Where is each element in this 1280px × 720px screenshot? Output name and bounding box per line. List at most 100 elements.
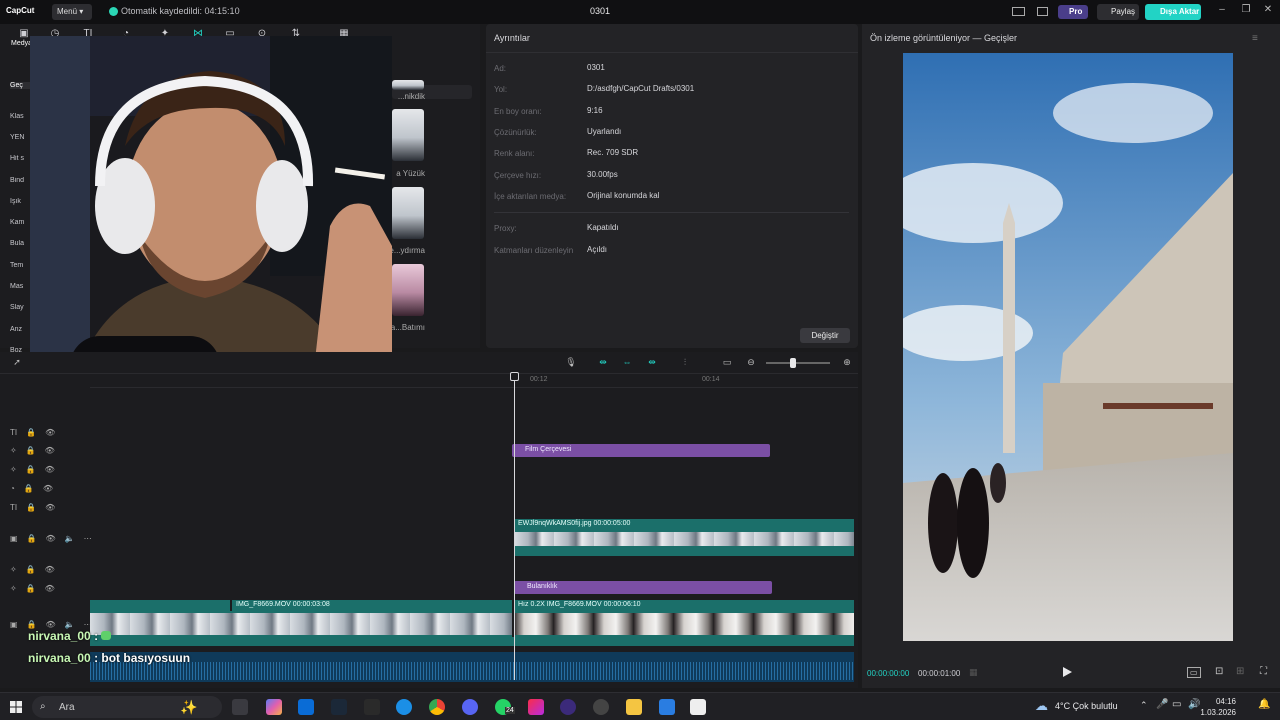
chrome-icon[interactable]: [429, 699, 445, 715]
film-frame-clip[interactable]: Film Çerçevesi: [512, 444, 770, 457]
zoom-in-icon[interactable]: ⊕: [840, 357, 854, 369]
ratio-icon[interactable]: ▭: [1187, 667, 1201, 678]
track-controls[interactable]: ✧ 🔒 👁: [10, 465, 64, 477]
mail-icon[interactable]: [298, 699, 314, 715]
microphone-icon[interactable]: 🎙: [564, 357, 578, 369]
lock-icon: 🔒: [26, 620, 37, 629]
layout-icon[interactable]: [1012, 7, 1025, 16]
pro-button[interactable]: Pro: [1058, 5, 1088, 19]
share-button[interactable]: Paylaş: [1097, 4, 1139, 20]
main-clip-header-0[interactable]: [90, 600, 230, 611]
track-controls[interactable]: ◔ 🔒 👁: [10, 484, 62, 496]
steam-icon[interactable]: [331, 699, 347, 715]
chat-nick: nirvana_00: [28, 629, 91, 643]
copilot-icon[interactable]: [266, 699, 282, 715]
preview-axis-icon[interactable]: ▭: [720, 357, 734, 369]
grid-icon[interactable]: ▦: [969, 667, 978, 678]
notifications-icon[interactable]: 🔔: [1258, 699, 1270, 710]
image-clip-frames[interactable]: [514, 530, 854, 548]
settings-gear-icon[interactable]: [593, 699, 609, 715]
menu-button[interactable]: Menü ▾: [52, 4, 92, 20]
transition-thumbnail[interactable]: [392, 187, 424, 239]
zoom-slider[interactable]: [766, 362, 830, 364]
photos-icon[interactable]: [659, 699, 675, 715]
zoom-icon[interactable]: ⊞: [1236, 666, 1244, 677]
whatsapp-badge: 24: [505, 707, 515, 714]
detail-label: En boy oranı:: [494, 107, 542, 116]
maximize-icon[interactable]: ❐: [1238, 4, 1254, 20]
audio-icon: 🔈: [64, 534, 75, 543]
clock-date[interactable]: 1.03.2026: [1200, 708, 1236, 717]
zoom-slider-handle[interactable]: [790, 358, 796, 368]
zoom-out-icon[interactable]: ⊖: [744, 357, 758, 369]
app-icon[interactable]: [560, 699, 576, 715]
screenshot-icon[interactable]: ⊡: [1215, 666, 1223, 677]
discord-icon[interactable]: [462, 699, 478, 715]
main-clip-footer: [90, 637, 854, 646]
change-button[interactable]: Değiştir: [800, 328, 850, 343]
transition-thumbnail[interactable]: [392, 109, 424, 161]
network-icon[interactable]: ▭: [1172, 699, 1181, 710]
preview-canvas[interactable]: [883, 53, 1233, 641]
select-cursor-icon[interactable]: ➚: [10, 357, 24, 369]
lock-icon: 🔒: [25, 565, 36, 574]
track-controls[interactable]: ✧ 🔒 👁: [10, 584, 64, 596]
image-clip-header[interactable]: EWJl9nqWkAMS0fij.jpg 00:00:05:00: [514, 519, 854, 530]
track-controls[interactable]: TI 🔒 👁: [10, 503, 64, 515]
track-controls[interactable]: ✧ 🔒 👁: [10, 565, 64, 577]
shortcuts-icon[interactable]: [1037, 7, 1048, 16]
detail-value: Açıldı: [587, 245, 608, 254]
eye-icon: 👁: [45, 620, 56, 629]
music-icon[interactable]: [528, 699, 544, 715]
split-icon[interactable]: ⫶: [678, 357, 692, 369]
clock-time[interactable]: 04:16: [1206, 697, 1236, 706]
weather-icon[interactable]: ☁: [1035, 698, 1048, 714]
capcut-taskbar-icon[interactable]: [690, 699, 706, 715]
playhead[interactable]: [514, 374, 515, 680]
detail-value: Kapatıldı: [587, 223, 619, 232]
track-controls[interactable]: ✧ 🔒 👁: [10, 446, 64, 458]
snap-icon[interactable]: ⇹: [645, 357, 659, 369]
volume-icon[interactable]: 🔊: [1188, 699, 1200, 710]
track-controls[interactable]: TI 🔒 👁: [10, 428, 64, 440]
details-heading: Ayrıntılar: [494, 33, 530, 43]
tray-chevron-icon[interactable]: ⌃: [1140, 700, 1148, 711]
video-track-icon: ▣: [10, 534, 18, 543]
effect-track-icon: ✧: [10, 565, 17, 574]
details-panel: Ayrıntılar Ad: 0301 Yol: D:/asdfgh/CapCu…: [486, 24, 858, 348]
transition-thumbnail[interactable]: [392, 264, 424, 316]
transition-thumbnail[interactable]: [392, 80, 424, 90]
lock-icon: 🔒: [23, 484, 34, 493]
weather-text[interactable]: 4°C Çok bulutlu: [1055, 701, 1118, 711]
microphone-tray-icon[interactable]: 🎤: [1156, 699, 1168, 710]
minimize-icon[interactable]: –: [1214, 4, 1230, 20]
text-track-icon: TI: [10, 503, 18, 512]
total-time: 00:00:01:00: [918, 669, 961, 678]
playhead-handle[interactable]: [510, 372, 519, 381]
eye-icon: 👁: [42, 484, 53, 493]
play-icon[interactable]: [1061, 666, 1073, 678]
magnet-icon[interactable]: ⇔: [620, 357, 634, 369]
close-icon[interactable]: ✕: [1260, 4, 1276, 20]
time-ruler[interactable]: 00:12 00:14: [90, 374, 858, 388]
hamburger-icon[interactable]: ≡: [1252, 33, 1258, 44]
epic-games-icon[interactable]: [364, 699, 380, 715]
main-clip-2-frames[interactable]: [514, 611, 854, 637]
export-button[interactable]: Dışa Aktar: [1145, 4, 1201, 20]
media-tab-label[interactable]: Medya: [11, 40, 32, 47]
main-clip-1-frames[interactable]: [90, 611, 512, 637]
file-explorer-icon[interactable]: [626, 699, 642, 715]
copilot-sparkle-icon[interactable]: ✨: [180, 699, 197, 716]
task-view-icon[interactable]: [232, 699, 248, 715]
edge-icon[interactable]: [396, 699, 412, 715]
fullscreen-icon[interactable]: ⛶: [1260, 666, 1267, 677]
preview-panel: Ön izleme görüntüleniyor — Geçişler ≡ 00…: [862, 24, 1280, 688]
main-clip-2-header[interactable]: Hız 0.2X IMG_F8669.MOV 00:00:06:10: [514, 600, 854, 611]
windows-start-icon[interactable]: [10, 701, 22, 713]
track-controls[interactable]: ▣ 🔒 👁 🔈 ⋯: [10, 534, 101, 546]
link-icon[interactable]: ⇹: [596, 357, 610, 369]
blur-clip[interactable]: Bulanıklık: [514, 581, 772, 594]
taskbar: ⌕ Ara ✨ 24 ☁ 4°C Çok bulutlu ⌃ 🎤 ▭ 🔊 04:…: [0, 692, 1280, 720]
main-clip-1-header[interactable]: IMG_F8669.MOV 00:00:03:08: [232, 600, 512, 611]
taskbar-search-placeholder: Ara: [59, 702, 75, 713]
